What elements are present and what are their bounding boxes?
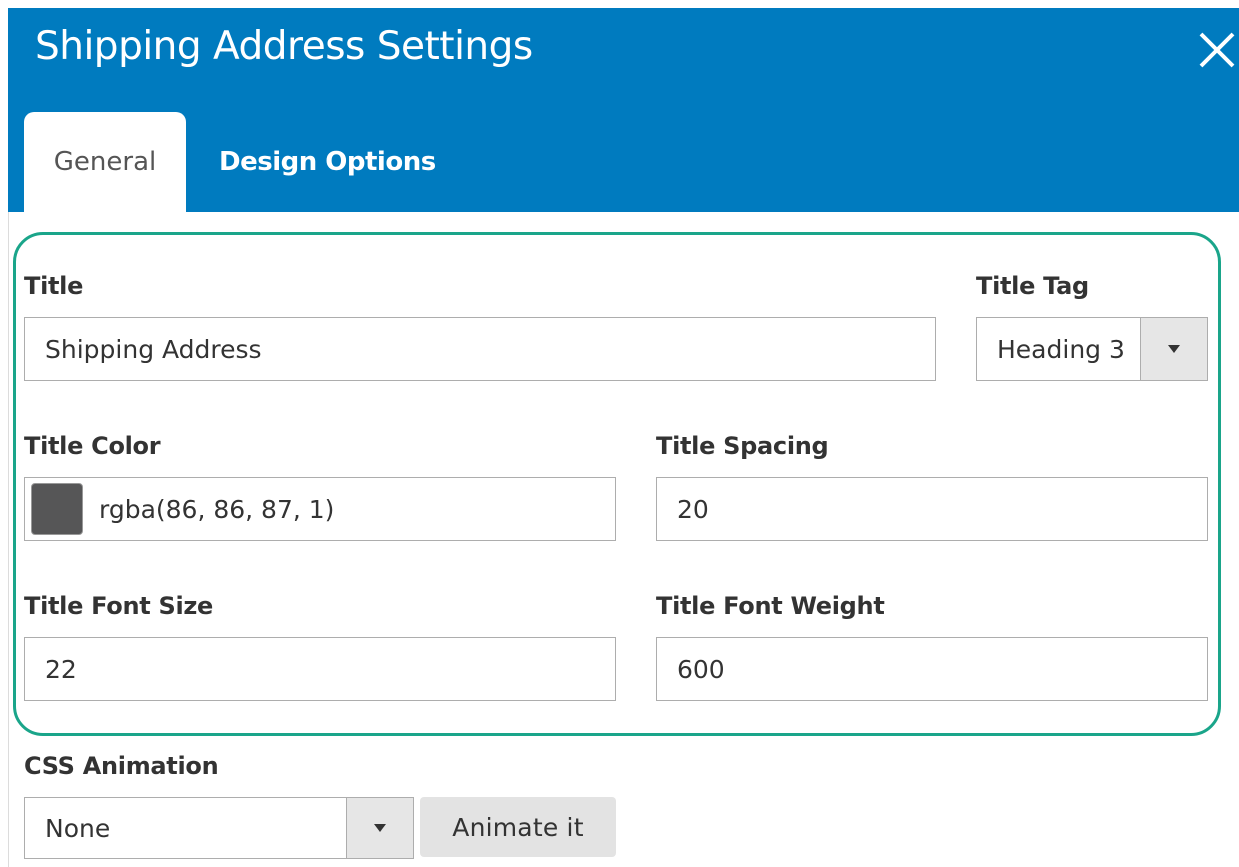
title-font-weight-value: 600 <box>677 654 725 684</box>
title-spacing-value: 20 <box>677 494 709 524</box>
css-animation-select[interactable]: None <box>24 797 414 859</box>
tab-general-label: General <box>53 147 157 177</box>
title-tag-dropdown-button[interactable] <box>1140 318 1207 380</box>
title-font-size-value: 22 <box>45 654 77 684</box>
color-swatch[interactable] <box>31 483 83 535</box>
css-animation-dropdown-button[interactable] <box>346 798 413 858</box>
close-button[interactable] <box>1193 26 1239 74</box>
title-font-size-input[interactable]: 22 <box>24 637 616 701</box>
title-color-label: Title Color <box>24 432 161 460</box>
title-input[interactable]: Shipping Address <box>24 317 936 381</box>
title-label: Title <box>24 272 84 300</box>
title-color-input[interactable]: rgba(86, 86, 87, 1) <box>24 477 616 541</box>
tab-design-options-label: Design Options <box>219 147 436 177</box>
title-spacing-input[interactable]: 20 <box>656 477 1208 541</box>
tab-general[interactable]: General <box>24 112 186 212</box>
modal-title: Shipping Address Settings <box>35 24 533 69</box>
title-spacing-label: Title Spacing <box>656 432 829 460</box>
top-strip <box>0 0 1239 8</box>
close-icon <box>1199 32 1235 68</box>
title-input-value: Shipping Address <box>45 334 262 364</box>
modal-header: Shipping Address Settings General Design… <box>8 8 1239 212</box>
title-color-value: rgba(86, 86, 87, 1) <box>99 494 335 524</box>
tab-design-options[interactable]: Design Options <box>204 112 459 212</box>
chevron-down-icon <box>374 824 386 832</box>
title-font-weight-label: Title Font Weight <box>656 592 885 620</box>
title-tag-select[interactable]: Heading 3 <box>976 317 1208 381</box>
animate-it-button[interactable]: Animate it <box>420 797 616 857</box>
panel-border <box>8 212 9 867</box>
title-tag-label: Title Tag <box>976 272 1089 300</box>
title-font-size-label: Title Font Size <box>24 592 214 620</box>
css-animation-value: None <box>45 813 111 843</box>
css-animation-label: CSS Animation <box>24 752 219 780</box>
chevron-down-icon <box>1168 345 1180 353</box>
title-font-weight-input[interactable]: 600 <box>656 637 1208 701</box>
title-tag-value: Heading 3 <box>997 334 1125 364</box>
